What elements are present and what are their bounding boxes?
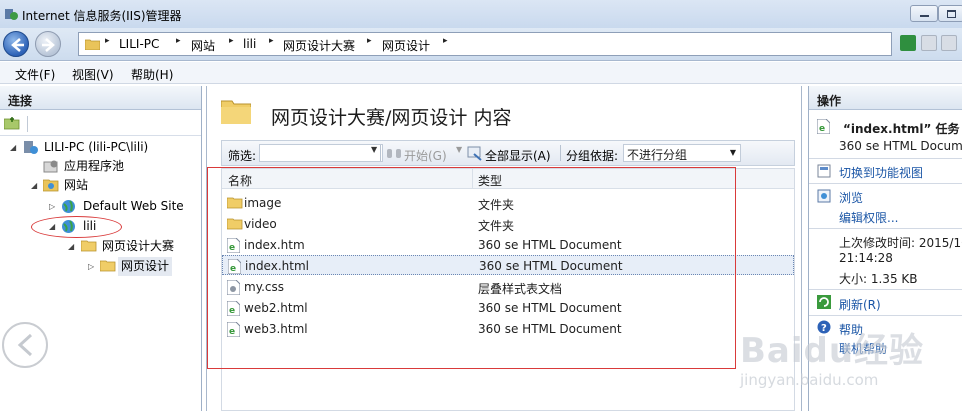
app-pool-icon	[43, 160, 58, 173]
forward-button[interactable]	[35, 31, 61, 57]
filter-dropdown-icon[interactable]: ▼	[371, 145, 377, 154]
filter-input[interactable]	[259, 144, 383, 162]
refresh-icon	[817, 295, 831, 309]
navigation-bar: ▸ LILI-PC ▸ 网站 ▸ lili ▸ 网页设计大赛 ▸ 网页设计 ▸	[0, 28, 962, 61]
chevron-left-icon	[17, 333, 33, 357]
content-title: 网页设计大赛/网页设计 内容	[271, 107, 512, 129]
breadcrumb-webdesign[interactable]: 网页设计	[382, 37, 430, 54]
maximize-icon	[947, 10, 956, 18]
folder-icon	[81, 240, 97, 252]
address-bar[interactable]: ▸ LILI-PC ▸ 网站 ▸ lili ▸ 网页设计大赛 ▸ 网页设计 ▸	[78, 32, 892, 56]
html-file-icon: e	[817, 119, 830, 134]
menu-help[interactable]: 帮助(H)	[131, 66, 173, 83]
group-by-select[interactable]: 不进行分组 ▼	[623, 144, 741, 162]
breadcrumb-lili[interactable]: lili	[243, 37, 256, 51]
toolbar-separator	[380, 145, 381, 161]
start-button[interactable]: 开始(G)	[404, 147, 447, 164]
arrow-left-icon	[11, 38, 24, 52]
watermark-subtext: jingyan.baidu.com	[740, 371, 879, 389]
back-button[interactable]	[3, 31, 29, 57]
menu-file[interactable]: 文件(F)	[15, 66, 55, 83]
arrow-right-icon	[42, 38, 55, 52]
home-icon[interactable]	[941, 35, 957, 51]
breadcrumb-lili-pc[interactable]: LILI-PC	[119, 37, 159, 51]
filter-label: 筛选:	[228, 149, 257, 163]
highlight-ellipse	[31, 216, 122, 238]
toolbar-separator	[27, 116, 28, 132]
breadcrumb-contest[interactable]: 网页设计大赛	[283, 37, 355, 54]
show-all-button[interactable]: 全部显示(A)	[485, 147, 551, 164]
divider	[809, 228, 962, 229]
minimize-icon	[920, 15, 929, 17]
binoculars-icon	[387, 149, 401, 158]
chevron-down-icon: ▼	[729, 148, 736, 157]
maximize-button[interactable]	[938, 5, 962, 22]
file-size: 大小: 1.35 KB	[839, 272, 918, 286]
breadcrumb-separator-icon[interactable]: ▸	[443, 36, 448, 46]
overlay-back-button[interactable]	[2, 322, 48, 368]
tree-label: LILI-PC (lili-PC\lili)	[44, 140, 149, 154]
collapse-icon[interactable]: ◢	[31, 176, 41, 195]
sites-folder-icon	[43, 179, 59, 192]
connections-toolbar	[0, 112, 201, 136]
toolbar-separator	[560, 145, 561, 161]
connections-pane: 连接 ◢ LILI-PC (lili-PC\lili) 应用程序池 ◢ 网站 ▷…	[0, 86, 202, 411]
highlight-rectangle	[207, 167, 736, 369]
collapse-icon[interactable]: ◢	[68, 237, 78, 256]
expand-icon[interactable]: ▷	[49, 197, 59, 216]
folder-icon	[221, 100, 251, 124]
switch-view-icon	[817, 164, 831, 178]
tree-label: 网站	[64, 178, 89, 192]
tree-label: Default Web Site	[83, 199, 184, 213]
server-icon	[24, 141, 38, 154]
filter-toolbar: 筛选: ▼ 开始(G) ▼ 全部显示(A) 分组依据: 不进行分组 ▼	[221, 140, 795, 166]
task-subtitle: 360 se HTML Docume	[839, 139, 962, 153]
tree-label: 网页设计大赛	[102, 239, 175, 253]
last-modified-time: 21:14:28	[839, 251, 893, 265]
baidu-watermark: Baidu经验 jingyan.baidu.com	[740, 323, 950, 403]
divider	[809, 183, 962, 184]
start-dropdown-icon[interactable]: ▼	[456, 145, 462, 154]
group-by-value: 不进行分组	[627, 148, 688, 162]
title-bar: Internet 信息服务(IIS)管理器	[0, 0, 962, 28]
refresh-link[interactable]: 刷新(R)	[839, 296, 881, 313]
minimize-button[interactable]	[910, 5, 938, 22]
breadcrumb-separator-icon[interactable]: ▸	[105, 36, 110, 46]
breadcrumb-separator-icon[interactable]: ▸	[269, 36, 274, 46]
switch-to-feature-view-link[interactable]: 切换到功能视图	[839, 164, 923, 181]
expand-icon[interactable]: ▷	[88, 257, 98, 276]
connect-icon[interactable]	[4, 116, 20, 130]
connections-header: 连接	[0, 86, 201, 110]
svg-text:e: e	[819, 124, 825, 134]
breadcrumb-separator-icon[interactable]: ▸	[367, 36, 372, 46]
last-modified-label: 上次修改时间: 2015/10	[839, 236, 962, 250]
menu-bar: 文件(F) 视图(V) 帮助(H)	[0, 62, 962, 84]
globe-icon	[62, 200, 75, 213]
group-by-label: 分组依据:	[566, 149, 619, 163]
window-title: Internet 信息服务(IIS)管理器	[22, 9, 182, 23]
divider	[809, 315, 962, 316]
edit-permissions-link[interactable]: 编辑权限...	[839, 209, 898, 226]
browse-link[interactable]: 浏览	[839, 189, 863, 206]
show-all-icon	[467, 146, 482, 161]
tree-label: 应用程序池	[64, 159, 125, 173]
tree-label: 网页设计	[118, 257, 173, 276]
divider	[809, 289, 962, 290]
browse-icon	[817, 189, 831, 203]
breadcrumb-sites[interactable]: 网站	[191, 37, 215, 54]
refresh-icon[interactable]	[900, 35, 916, 51]
divider	[809, 158, 962, 159]
stop-icon[interactable]	[921, 35, 937, 51]
task-title: “index.html” 任务	[843, 122, 960, 136]
menu-view[interactable]: 视图(V)	[72, 66, 114, 83]
folder-icon	[85, 39, 100, 50]
iis-app-icon	[5, 9, 18, 20]
watermark-text: Baidu经验	[740, 331, 925, 371]
breadcrumb-separator-icon[interactable]: ▸	[176, 36, 181, 46]
collapse-icon[interactable]: ◢	[10, 138, 20, 157]
breadcrumb-separator-icon[interactable]: ▸	[229, 36, 234, 46]
folder-icon	[100, 260, 116, 272]
actions-header: 操作	[809, 86, 962, 110]
